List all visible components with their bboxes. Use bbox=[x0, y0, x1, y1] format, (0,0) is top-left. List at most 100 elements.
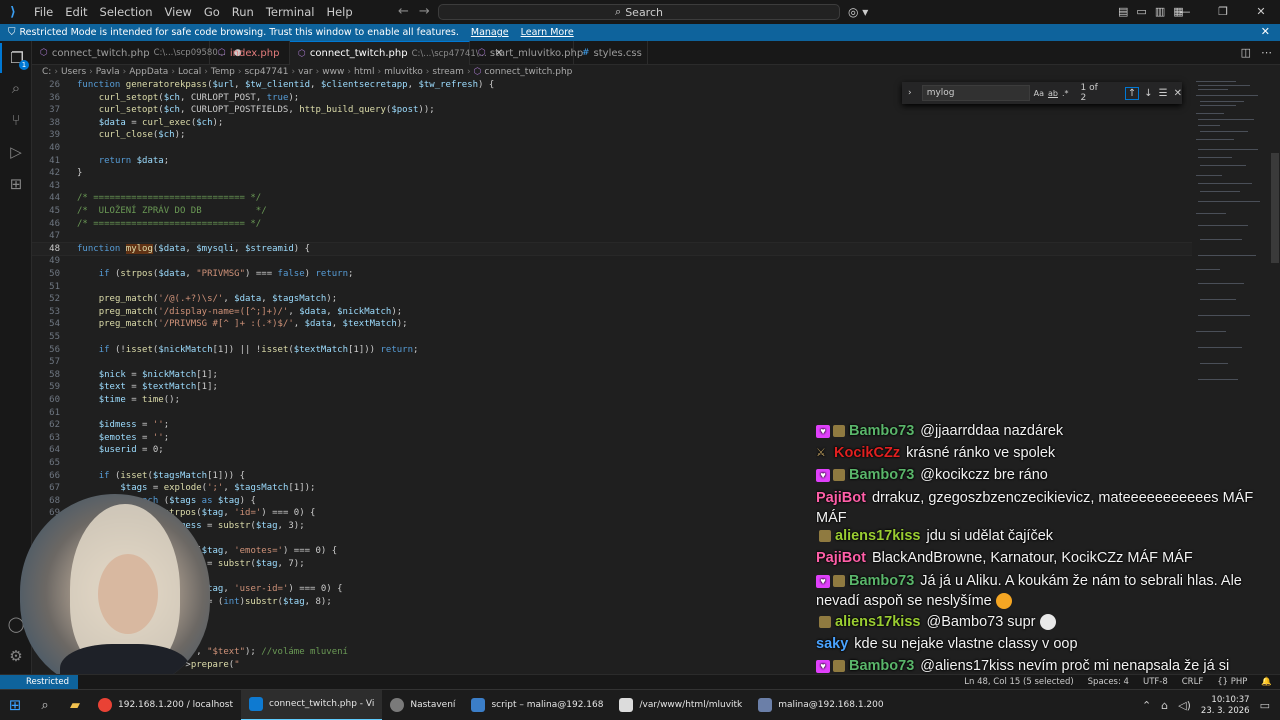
search-icon: ⌕ bbox=[615, 5, 622, 18]
crumb[interactable]: Pavla bbox=[96, 67, 120, 77]
tray-overflow-chevron-icon[interactable]: ⌃ bbox=[1142, 699, 1151, 712]
tab-start-mluvitko[interactable]: ⬡ start_mluvitko.php bbox=[470, 41, 583, 65]
tab-index[interactable]: ⬡ index.php bbox=[210, 41, 290, 65]
crumb[interactable]: mluvitko bbox=[384, 67, 423, 77]
crumb[interactable]: Local bbox=[178, 67, 201, 77]
taskbar-search-icon[interactable]: ⌕ bbox=[30, 690, 60, 720]
title-bar: ⟩ File Edit Selection View Go Run Termin… bbox=[0, 0, 1280, 24]
menu-run[interactable]: Run bbox=[226, 0, 260, 24]
language-mode[interactable]: {} PHP bbox=[1217, 675, 1247, 690]
maximize-icon[interactable]: ❐ bbox=[1204, 0, 1242, 24]
tab-connect-twitch-active[interactable]: ⬡ connect_twitch.php C:\...\scp47741\...… bbox=[290, 41, 503, 65]
toggle-primary-sidebar-icon[interactable]: ▤ bbox=[1118, 0, 1128, 24]
chat-badges: ♥ bbox=[816, 656, 845, 676]
subscriber-heart-icon: ♥ bbox=[816, 468, 830, 482]
tab-label: index.php bbox=[229, 47, 280, 59]
forward-arrow-icon[interactable]: → bbox=[419, 0, 430, 24]
windows-start-icon[interactable]: ⊞ bbox=[0, 690, 30, 720]
breadcrumb: C: › Users › Pavla › AppData › Local › Temp › … bbox=[42, 67, 573, 77]
explorer-badge: 1 bbox=[19, 60, 29, 70]
clock-date: 23. 3. 2026 bbox=[1200, 705, 1250, 716]
menu-selection[interactable]: Selection bbox=[94, 0, 159, 24]
notifications-bell-icon[interactable]: 🔔 bbox=[1261, 675, 1272, 690]
run-debug-icon[interactable]: ▷ bbox=[0, 137, 32, 167]
indentation[interactable]: Spaces: 4 bbox=[1088, 675, 1129, 690]
taskbar-app-winscp[interactable]: script – malina@192.168 bbox=[463, 690, 611, 720]
menu-view[interactable]: View bbox=[159, 0, 198, 24]
crumb[interactable]: AppData bbox=[129, 67, 168, 77]
learn-more-link[interactable]: Learn More bbox=[521, 27, 574, 38]
manage-link[interactable]: Manage bbox=[471, 27, 509, 38]
taskbar-app-vscode[interactable]: connect_twitch.php - Vi bbox=[241, 689, 383, 720]
minimap[interactable] bbox=[1192, 79, 1268, 399]
encoding[interactable]: UTF-8 bbox=[1143, 675, 1168, 690]
find-input[interactable]: mylog bbox=[921, 85, 1030, 101]
match-case-toggle[interactable]: Aa bbox=[1034, 89, 1044, 98]
chrome-icon bbox=[98, 698, 112, 712]
braces-icon: {} bbox=[1217, 677, 1229, 687]
tab-styles-css[interactable]: # styles.css bbox=[574, 41, 648, 65]
code-line: 44/* ============================ */ bbox=[49, 193, 262, 204]
crumb[interactable]: Temp bbox=[211, 67, 235, 77]
taskbar-app-settings[interactable]: Nastavení bbox=[382, 690, 463, 720]
whole-word-toggle[interactable]: ab bbox=[1048, 89, 1058, 98]
taskbar-app-putty[interactable]: malina@192.168.1.200 bbox=[750, 690, 891, 720]
chat-badges: ♥ bbox=[816, 465, 845, 485]
next-match-icon[interactable]: ↓ bbox=[1144, 88, 1152, 99]
close-find-icon[interactable]: ✕ bbox=[1174, 88, 1182, 99]
toggle-secondary-sidebar-icon[interactable]: ▥ bbox=[1155, 0, 1165, 24]
search-view-icon[interactable]: ⌕ bbox=[0, 73, 32, 103]
manage-gear-icon[interactable]: ⚙ bbox=[0, 641, 32, 671]
taskbar-app-chrome[interactable]: 192.168.1.200 / localhost bbox=[90, 690, 241, 720]
crumb[interactable]: connect_twitch.php bbox=[484, 67, 572, 77]
more-actions-icon[interactable]: ⋯ bbox=[1261, 41, 1272, 65]
menu-edit[interactable]: Edit bbox=[59, 0, 93, 24]
file-explorer-icon[interactable]: ▰ bbox=[60, 690, 90, 720]
chat-badges: ⚔ bbox=[816, 443, 830, 463]
cursor-position[interactable]: Ln 48, Col 15 (5 selected) bbox=[964, 675, 1073, 690]
chat-message: PajiBot BlackAndBrowne, Karnatour, KocikC… bbox=[816, 550, 1193, 566]
regex-toggle[interactable]: .* bbox=[1062, 89, 1069, 98]
sub-badge-icon bbox=[833, 469, 845, 482]
close-window-icon[interactable]: ✕ bbox=[1242, 0, 1280, 24]
search-label: Search bbox=[625, 5, 663, 19]
menu-file[interactable]: File bbox=[28, 0, 59, 24]
volume-icon[interactable]: ◁) bbox=[1178, 699, 1191, 712]
code-line: 54 preg_match('/PRIVMSG #[^ ]+ :(.*)$/',… bbox=[49, 319, 408, 330]
restricted-mode-status[interactable]: Restricted bbox=[0, 675, 78, 690]
crumb[interactable]: var bbox=[298, 67, 313, 77]
close-banner-icon[interactable]: ✕ bbox=[1261, 25, 1270, 38]
editor-scrollbar[interactable] bbox=[1270, 79, 1280, 692]
split-editor-icon[interactable]: ◫ bbox=[1241, 41, 1251, 65]
crumb[interactable]: html bbox=[354, 67, 375, 77]
copilot-icon[interactable]: ◎ ▾ bbox=[848, 3, 880, 21]
menu-go[interactable]: Go bbox=[198, 0, 226, 24]
crumb[interactable]: scp47741 bbox=[244, 67, 288, 77]
source-control-icon[interactable]: ⑂ bbox=[0, 105, 32, 135]
clock[interactable]: 10:10:37 23. 3. 2026 bbox=[1201, 695, 1250, 717]
network-icon[interactable]: ⌂ bbox=[1161, 699, 1168, 712]
explorer-icon[interactable]: ❐ 1 bbox=[0, 43, 32, 73]
back-arrow-icon[interactable]: ← bbox=[398, 0, 409, 24]
php-file-icon: ⬡ bbox=[298, 48, 306, 59]
extensions-icon[interactable]: ⊞ bbox=[0, 169, 32, 199]
toggle-panel-icon[interactable]: ▭ bbox=[1136, 0, 1146, 24]
code-line: 51 bbox=[49, 281, 60, 292]
crumb[interactable]: www bbox=[322, 67, 344, 77]
notification-center-icon[interactable]: ▭ bbox=[1260, 699, 1270, 712]
menu-terminal[interactable]: Terminal bbox=[260, 0, 321, 24]
menu-help[interactable]: Help bbox=[320, 0, 358, 24]
find-in-selection-icon[interactable]: ☰ bbox=[1159, 88, 1168, 99]
line-ending[interactable]: CRLF bbox=[1182, 675, 1203, 690]
tab-connect-twitch-1[interactable]: ⬡ connect_twitch.php C:\...\scp09580... … bbox=[32, 41, 242, 65]
crumb[interactable]: stream bbox=[432, 67, 464, 77]
scrollbar-thumb[interactable] bbox=[1271, 153, 1279, 263]
taskbar-app-editor[interactable]: /var/www/html/mluvitk bbox=[611, 690, 750, 720]
minimize-icon[interactable]: — bbox=[1166, 0, 1204, 24]
crumb[interactable]: Users bbox=[61, 67, 86, 77]
previous-match-icon[interactable]: ↑ bbox=[1124, 86, 1140, 100]
crumb[interactable]: C: bbox=[42, 67, 51, 77]
find-widget: › mylog Aa ab .* 1 of 2 ↑ ↓ ☰ ✕ bbox=[902, 82, 1182, 104]
toggle-replace-chevron-icon[interactable]: › bbox=[902, 88, 918, 98]
command-center-search[interactable]: ⌕ Search bbox=[438, 4, 840, 20]
